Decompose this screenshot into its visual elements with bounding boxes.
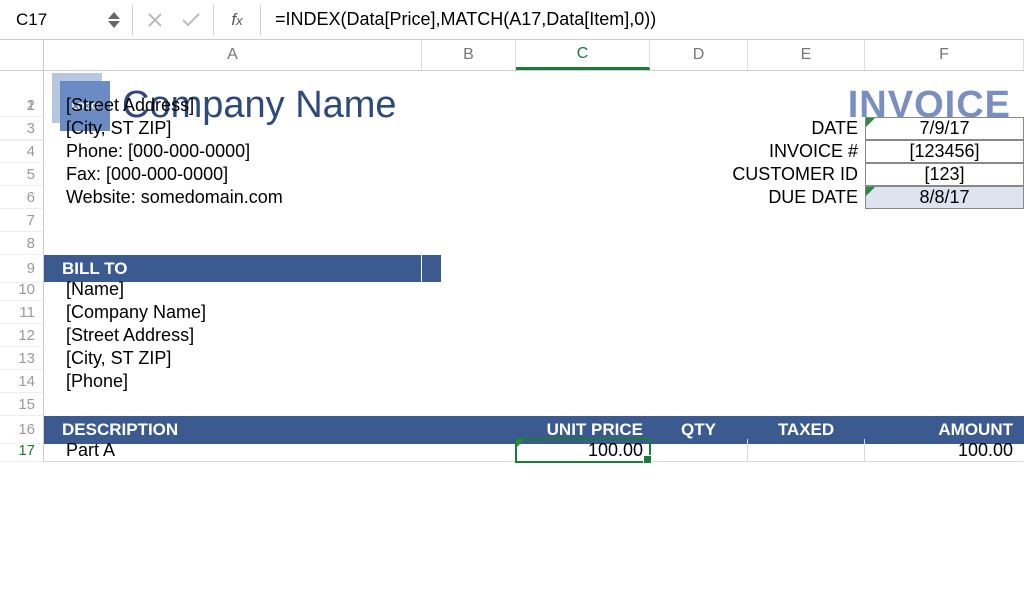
cell-A6[interactable]: Website: somedomain.com <box>44 186 650 209</box>
column-header-F[interactable]: F <box>865 40 1024 70</box>
date-value[interactable]: 7/9/17 <box>865 117 1024 140</box>
row-header-3[interactable]: 3 <box>0 117 44 140</box>
cell-A4[interactable]: Phone: [000-000-0000] <box>44 140 650 163</box>
row-header-5[interactable]: 5 <box>0 163 44 186</box>
cell-A8[interactable] <box>44 232 1024 255</box>
row-header-13[interactable]: 13 <box>0 347 44 370</box>
row-header-10[interactable]: 10 <box>0 278 44 301</box>
x-icon <box>147 12 163 28</box>
due-date-value[interactable]: 8/8/17 <box>865 186 1024 209</box>
spreadsheet-grid[interactable]: 1 LOGO Company Name INVOICE 2 [Street Ad… <box>0 71 1024 462</box>
cancel-formula-button[interactable] <box>141 5 169 35</box>
row-header-11[interactable]: 11 <box>0 301 44 324</box>
column-headers: A B C D E F <box>0 40 1024 71</box>
cell-F2[interactable] <box>865 94 1024 117</box>
invoice-number-label[interactable]: INVOICE # <box>650 140 865 163</box>
accept-formula-button[interactable] <box>177 5 205 35</box>
invoice-number-value[interactable]: [123456] <box>865 140 1024 163</box>
billto-city[interactable]: [City, ST ZIP] <box>44 347 1024 370</box>
column-header-D[interactable]: D <box>650 40 748 70</box>
divider <box>260 5 261 35</box>
row-header-6[interactable]: 6 <box>0 186 44 209</box>
select-all-corner[interactable] <box>0 40 44 70</box>
error-indicator-icon <box>866 187 875 196</box>
date-label[interactable]: DATE <box>650 117 865 140</box>
line-taxed[interactable] <box>748 439 865 462</box>
due-date-label[interactable]: DUE DATE <box>650 186 865 209</box>
line-description[interactable]: Part A <box>44 439 516 462</box>
cell-A3[interactable]: [City, ST ZIP] <box>44 117 650 140</box>
row-header-7[interactable]: 7 <box>0 209 44 232</box>
cell-A7[interactable] <box>44 209 1024 232</box>
column-header-C[interactable]: C <box>516 40 650 70</box>
chevron-down-icon[interactable] <box>108 21 120 28</box>
chevron-up-icon[interactable] <box>108 12 120 19</box>
name-box-steppers[interactable] <box>108 12 124 28</box>
check-icon <box>181 12 201 28</box>
column-header-A[interactable]: A <box>44 40 422 70</box>
billto-phone[interactable]: [Phone] <box>44 370 1024 393</box>
column-header-B[interactable]: B <box>422 40 516 70</box>
formula-input[interactable]: =INDEX(Data[Price],MATCH(A17,Data[Item],… <box>269 9 1018 30</box>
name-box[interactable]: C17 <box>6 5 124 35</box>
error-indicator-icon <box>516 439 525 448</box>
cell-A5[interactable]: Fax: [000-000-0000] <box>44 163 650 186</box>
name-box-value: C17 <box>16 10 47 30</box>
customer-id-label[interactable]: CUSTOMER ID <box>650 163 865 186</box>
billto-company[interactable]: [Company Name] <box>44 301 1024 324</box>
cell-D2[interactable] <box>650 94 865 117</box>
customer-id-value[interactable]: [123] <box>865 163 1024 186</box>
cell-A2[interactable]: [Street Address] <box>44 94 650 117</box>
error-indicator-icon <box>866 118 875 127</box>
line-qty[interactable] <box>650 439 748 462</box>
row-header-17[interactable]: 17 <box>0 439 44 462</box>
row-header-4[interactable]: 4 <box>0 140 44 163</box>
formula-bar: C17 fx =INDEX(Data[Price],MATCH(A17,Data… <box>0 0 1024 40</box>
row-header-15[interactable]: 15 <box>0 393 44 416</box>
row-header-2[interactable]: 2 <box>0 94 44 117</box>
fx-label[interactable]: fx <box>222 10 252 30</box>
line-amount[interactable]: 100.00 <box>865 439 1024 462</box>
billto-street[interactable]: [Street Address] <box>44 324 1024 347</box>
row-header-14[interactable]: 14 <box>0 370 44 393</box>
row-header-12[interactable]: 12 <box>0 324 44 347</box>
billto-name[interactable]: [Name] <box>44 278 1024 301</box>
cell-A15[interactable] <box>44 393 1024 416</box>
row-header-8[interactable]: 8 <box>0 232 44 255</box>
line-unit-price[interactable]: 100.00 <box>516 439 650 462</box>
divider <box>132 5 133 35</box>
column-header-E[interactable]: E <box>748 40 865 70</box>
divider <box>213 5 214 35</box>
